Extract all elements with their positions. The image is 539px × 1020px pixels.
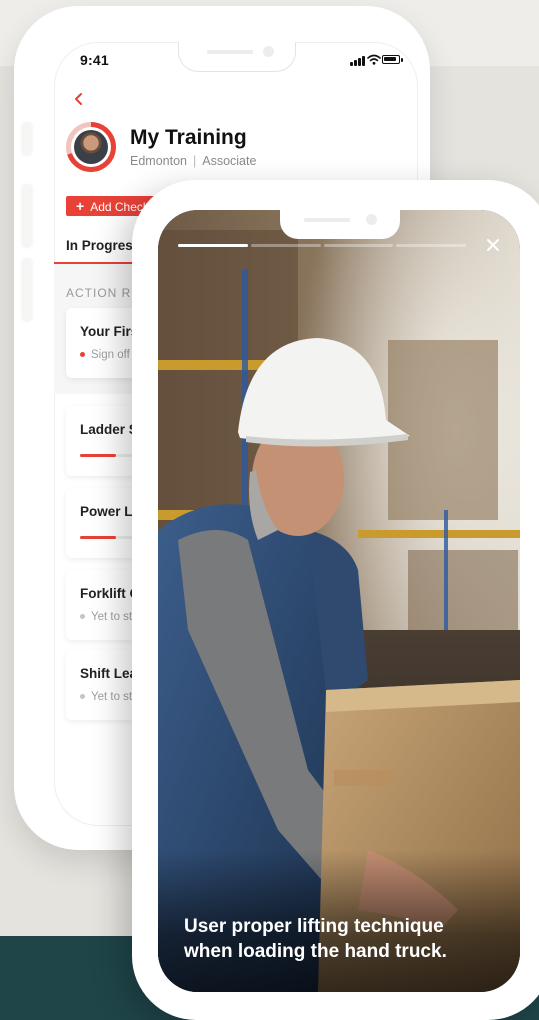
story-segment [396, 244, 466, 247]
status-dot-icon [80, 352, 85, 358]
story-screen: User proper lifting technique when loadi… [158, 210, 520, 992]
phone-frame-front: User proper lifting technique when loadi… [132, 180, 539, 1020]
mute-switch [22, 122, 32, 154]
speaker [304, 218, 350, 222]
volume-up-button [22, 184, 32, 246]
profile-location: Edmonton [130, 154, 187, 168]
page-title: My Training [130, 126, 247, 149]
camera [366, 214, 377, 225]
battery-icon [382, 55, 403, 64]
notch [280, 210, 400, 239]
story-caption: User proper lifting technique when loadi… [184, 914, 504, 964]
story-segment [250, 244, 321, 247]
story-segment [323, 244, 394, 247]
status-dot-icon [80, 694, 85, 700]
notch [178, 42, 296, 72]
profile-meta: Edmonton | Associate [130, 154, 256, 168]
progress-fill [80, 536, 116, 539]
camera [263, 46, 274, 57]
avatar-progress-ring [66, 122, 116, 172]
wifi-icon [367, 54, 381, 65]
avatar[interactable] [71, 127, 111, 167]
status-dot-icon [80, 614, 85, 620]
close-icon[interactable] [484, 236, 502, 254]
meta-separator: | [192, 154, 197, 168]
story-segment [178, 244, 248, 247]
plus-icon: + [76, 198, 85, 214]
profile-role: Associate [202, 154, 257, 168]
caption-line-2: when loading the hand truck. [184, 941, 447, 962]
volume-down-button [22, 258, 32, 320]
story-progress [178, 244, 466, 247]
status-icons [350, 54, 404, 66]
back-chevron-icon[interactable] [72, 92, 86, 106]
progress-fill [80, 454, 116, 457]
caption-line-1: User proper lifting technique [184, 916, 444, 937]
tab-in-progress[interactable]: In Progress [66, 238, 140, 253]
status-time: 9:41 [80, 52, 109, 68]
speaker [207, 50, 253, 54]
